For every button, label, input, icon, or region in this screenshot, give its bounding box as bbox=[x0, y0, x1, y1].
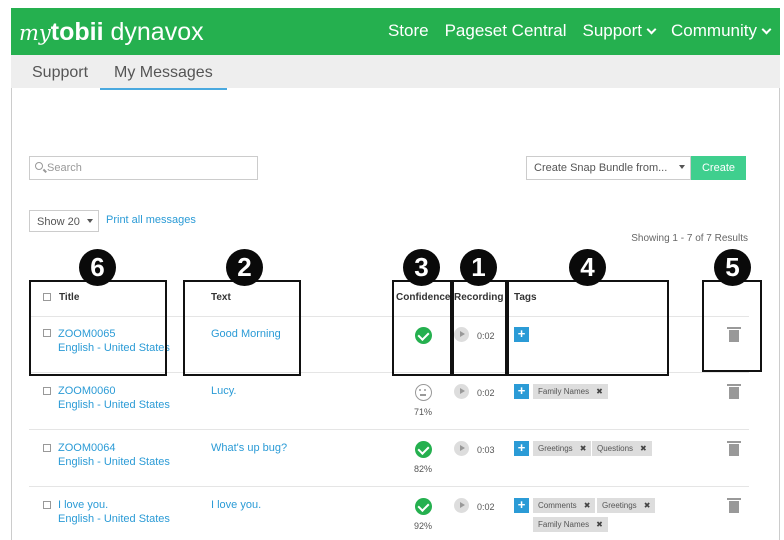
trash-icon[interactable] bbox=[727, 441, 741, 456]
caret-down-icon bbox=[87, 219, 93, 223]
sub-navbar: Support My Messages bbox=[11, 55, 780, 90]
callout-number: 5 bbox=[714, 249, 751, 286]
main-nav: Store Pageset Central Support Community bbox=[388, 21, 772, 41]
show-count-select[interactable]: Show 20 bbox=[29, 210, 99, 232]
chevron-down-icon bbox=[646, 24, 657, 35]
tag-chip[interactable]: Comments ✖ bbox=[533, 498, 596, 513]
remove-tag-icon[interactable]: ✖ bbox=[596, 520, 603, 529]
tag-chip[interactable]: Family Names ✖ bbox=[533, 384, 608, 399]
trash-icon[interactable] bbox=[727, 498, 741, 513]
confidence-percent: 92% bbox=[413, 521, 432, 531]
trash-icon[interactable] bbox=[727, 384, 741, 399]
nav-support[interactable]: Support bbox=[582, 21, 657, 41]
message-title-link[interactable]: ZOOM0064 bbox=[58, 442, 115, 454]
play-icon[interactable] bbox=[454, 441, 469, 456]
search-input[interactable]: Search bbox=[29, 156, 258, 180]
tab-support[interactable]: Support bbox=[32, 64, 88, 82]
nav-store[interactable]: Store bbox=[388, 21, 429, 41]
message-text[interactable]: I love you. bbox=[211, 499, 261, 511]
row-checkbox[interactable] bbox=[43, 501, 51, 509]
divider bbox=[29, 429, 749, 430]
nav-community[interactable]: Community bbox=[671, 21, 772, 41]
message-language[interactable]: English - United States bbox=[58, 399, 170, 411]
divider bbox=[29, 486, 749, 487]
row-checkbox[interactable] bbox=[43, 387, 51, 395]
callout-box-recording bbox=[452, 280, 507, 376]
remove-tag-icon[interactable]: ✖ bbox=[640, 444, 647, 453]
play-icon[interactable] bbox=[454, 498, 469, 513]
add-tag-button[interactable]: + bbox=[514, 441, 529, 456]
confidence-check-icon bbox=[415, 441, 432, 458]
caret-down-icon bbox=[679, 165, 685, 169]
message-text[interactable]: Lucy. bbox=[211, 385, 236, 397]
remove-tag-icon[interactable]: ✖ bbox=[596, 387, 603, 396]
recording-duration: 0:02 bbox=[477, 388, 495, 398]
nav-pageset-central[interactable]: Pageset Central bbox=[445, 21, 567, 41]
add-tag-button[interactable]: + bbox=[514, 384, 529, 399]
chevron-down-icon bbox=[761, 24, 772, 35]
remove-tag-icon[interactable]: ✖ bbox=[584, 501, 591, 510]
tab-my-messages[interactable]: My Messages bbox=[100, 64, 227, 90]
neutral-face-icon bbox=[415, 384, 432, 401]
remove-tag-icon[interactable]: ✖ bbox=[644, 501, 651, 510]
message-title-link[interactable]: I love you. bbox=[58, 499, 108, 511]
snap-bundle-select[interactable]: Create Snap Bundle from... bbox=[526, 156, 691, 180]
message-title-link[interactable]: ZOOM0060 bbox=[58, 385, 115, 397]
tag-chip[interactable]: Greetings ✖ bbox=[533, 441, 592, 456]
message-language[interactable]: English - United States bbox=[58, 513, 170, 525]
tag-chip[interactable]: Questions ✖ bbox=[592, 441, 652, 456]
mytobiidynavox-logo[interactable]: mytobii dynavox bbox=[19, 18, 204, 47]
row-checkbox[interactable] bbox=[43, 444, 51, 452]
results-count: Showing 1 - 7 of 7 Results bbox=[631, 233, 748, 244]
add-tag-button[interactable]: + bbox=[514, 498, 529, 513]
callout-box-title bbox=[29, 280, 167, 376]
confidence-percent: 82% bbox=[413, 464, 432, 474]
message-text[interactable]: What's up bug? bbox=[211, 442, 287, 454]
recording-duration: 0:03 bbox=[477, 445, 495, 455]
print-all-link[interactable]: Print all messages bbox=[106, 214, 196, 226]
callout-box-delete bbox=[702, 280, 762, 372]
callout-number: 2 bbox=[226, 249, 263, 286]
search-icon bbox=[35, 162, 43, 170]
tag-chip[interactable]: Family Names ✖ bbox=[533, 517, 608, 532]
callout-number: 3 bbox=[403, 249, 440, 286]
confidence-check-icon bbox=[415, 498, 432, 515]
play-icon[interactable] bbox=[454, 384, 469, 399]
confidence-percent: 71% bbox=[413, 407, 432, 417]
remove-tag-icon[interactable]: ✖ bbox=[580, 444, 587, 453]
message-language[interactable]: English - United States bbox=[58, 456, 170, 468]
create-button[interactable]: Create bbox=[691, 156, 746, 180]
top-navbar: mytobii dynavox Store Pageset Central Su… bbox=[11, 8, 780, 55]
recording-duration: 0:02 bbox=[477, 502, 495, 512]
callout-box-confidence bbox=[392, 280, 452, 376]
callout-number: 6 bbox=[79, 249, 116, 286]
tag-chip[interactable]: Greetings ✖ bbox=[597, 498, 656, 513]
callout-box-text bbox=[183, 280, 301, 376]
callout-number: 1 bbox=[460, 249, 497, 286]
callout-number: 4 bbox=[569, 249, 606, 286]
callout-box-tags bbox=[507, 280, 669, 376]
